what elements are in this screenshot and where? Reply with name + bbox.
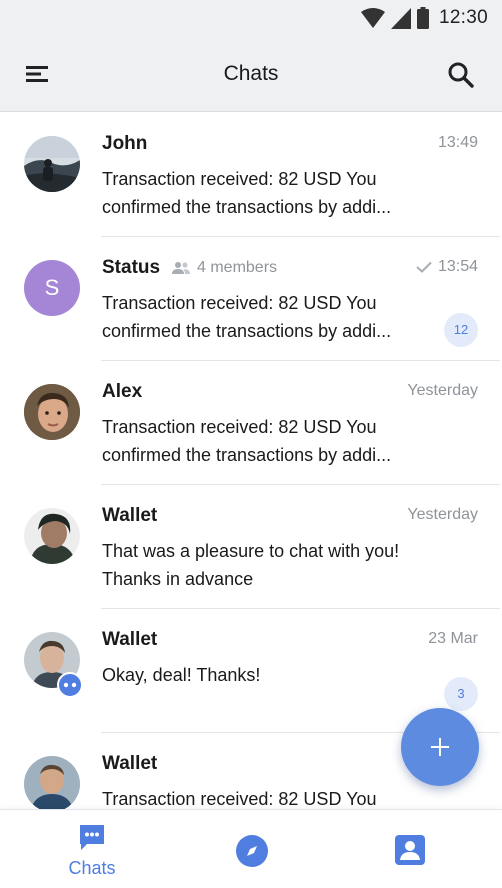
chat-name: Wallet (102, 753, 158, 774)
chat-name: Alex (102, 381, 143, 402)
compass-icon (236, 835, 268, 867)
chat-preview-line2: Thanks in advance (102, 569, 254, 589)
chat-time-text: 23 Mar (428, 630, 478, 647)
wifi-icon (360, 8, 385, 28)
chat-preview: Transaction received: 82 USD You (102, 785, 432, 809)
avatar (24, 384, 80, 440)
battery-icon (416, 7, 429, 29)
chat-bubble-icon (80, 825, 104, 850)
chat-preview-line2: confirmed the transactions by addi... (102, 321, 392, 341)
chat-name: John (102, 133, 148, 154)
chat-preview-line1: Transaction received: 82 USD You (102, 789, 377, 809)
members-count: 4 members (197, 259, 278, 276)
contact-card-icon (395, 835, 425, 865)
chat-row-alex[interactable]: Alex Yesterday Transaction received: 82 … (0, 361, 502, 485)
search-button[interactable] (446, 60, 476, 90)
chat-time: 13:49 (438, 134, 478, 152)
chat-preview-line2: confirmed the transactions by addi... (102, 197, 392, 217)
avatar: S (24, 260, 80, 316)
chat-time-text: 13:49 (437, 134, 478, 151)
app-bar: Chats (0, 36, 502, 112)
chat-preview-line1: Transaction received: 82 USD You (102, 169, 377, 189)
group-icon (172, 262, 190, 274)
chat-time: 13:54 (416, 258, 478, 276)
chat-name: Wallet (102, 505, 158, 526)
chat-preview: Okay, deal! Thanks! (102, 661, 432, 689)
chat-row-wallet[interactable]: Wallet Yesterday That was a pleasure to … (0, 485, 502, 609)
avatar (24, 508, 80, 564)
page-title: Chats (223, 62, 279, 85)
nav-contacts[interactable] (339, 810, 479, 888)
chat-row-status[interactable]: S Status 4 members 13:54 Transaction rec… (0, 237, 502, 361)
status-icons: 12:30 (360, 6, 488, 30)
chat-time-text: Yesterday (407, 382, 478, 399)
chat-time: 23 Mar (428, 630, 478, 648)
search-icon (448, 62, 474, 88)
chat-preview-line1: Okay, deal! Thanks! (102, 665, 261, 685)
chat-preview: Transaction received: 82 USD You confirm… (102, 413, 432, 469)
chat-preview-line2: confirmed the transactions by addi... (102, 445, 392, 465)
chat-time-text: 13:54 (437, 258, 478, 275)
status-bar: 12:30 (0, 0, 502, 36)
chat-preview-line1: Transaction received: 82 USD You (102, 417, 377, 437)
new-chat-fab[interactable] (401, 708, 479, 786)
chat-time: Yesterday (407, 506, 478, 524)
chat-preview: That was a pleasure to chat with you! Th… (102, 537, 432, 593)
nav-chats[interactable]: Chats (22, 810, 162, 888)
chat-list: John 13:49 Transaction received: 82 USD … (0, 113, 502, 809)
chat-time-text: Yesterday (407, 506, 478, 523)
group-members: 4 members (171, 259, 277, 277)
chat-name: Status (102, 257, 161, 278)
online-badge-icon (57, 672, 83, 698)
nav-chats-label: Chats (68, 858, 116, 878)
chat-preview-line1: That was a pleasure to chat with you! (102, 541, 400, 561)
chat-preview-line1: Transaction received: 82 USD You (102, 293, 377, 313)
unread-badge: 3 (444, 677, 478, 711)
chat-preview: Transaction received: 82 USD You confirm… (102, 289, 432, 345)
status-time: 12:30 (438, 7, 488, 28)
unread-badge: 12 (444, 313, 478, 347)
chat-name: Wallet (102, 629, 158, 650)
chat-row-john[interactable]: John 13:49 Transaction received: 82 USD … (0, 113, 502, 237)
avatar (24, 756, 80, 809)
nav-discover[interactable] (181, 810, 321, 888)
bottom-nav: Chats (0, 809, 502, 888)
cellular-signal-icon (390, 8, 411, 29)
check-icon (416, 261, 432, 273)
chat-preview: Transaction received: 82 USD You confirm… (102, 165, 432, 221)
chat-time: Yesterday (407, 382, 478, 400)
avatar (24, 136, 80, 192)
